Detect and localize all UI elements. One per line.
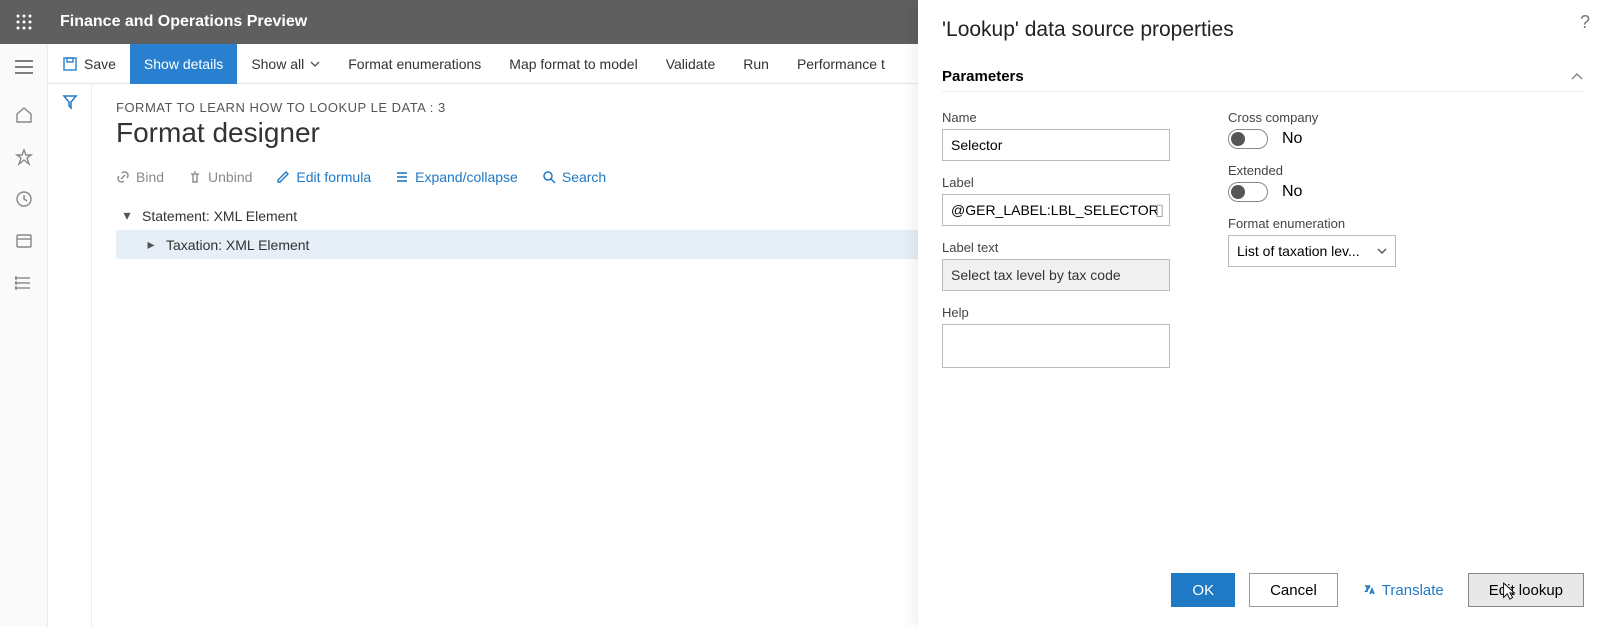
home-icon[interactable] bbox=[15, 106, 33, 124]
format-enum-group: Format enumeration List of taxation lev.… bbox=[1228, 216, 1396, 267]
help-field-group: Help bbox=[942, 305, 1170, 368]
help-input[interactable] bbox=[942, 324, 1170, 368]
label-input[interactable] bbox=[942, 194, 1170, 226]
label-text-field-group: Label text bbox=[942, 240, 1170, 291]
caret-right-icon: ▸ bbox=[144, 236, 158, 253]
bind-action[interactable]: Bind bbox=[116, 169, 164, 185]
expand-collapse-label: Expand/collapse bbox=[415, 169, 518, 185]
pencil-icon bbox=[276, 170, 290, 184]
edit-lookup-button[interactable]: Edit lookup bbox=[1468, 573, 1584, 607]
left-nav-rail bbox=[0, 44, 48, 627]
filter-icon[interactable] bbox=[62, 94, 78, 627]
filter-column bbox=[48, 84, 92, 627]
label-text-label: Label text bbox=[942, 240, 1170, 255]
trash-icon bbox=[188, 170, 202, 184]
expand-collapse-action[interactable]: Expand/collapse bbox=[395, 169, 518, 185]
label-lookup-icon[interactable]: ▯ bbox=[1155, 200, 1164, 220]
modules-icon[interactable] bbox=[15, 274, 33, 292]
parameters-section-header[interactable]: Parameters bbox=[942, 68, 1584, 92]
save-label: Save bbox=[84, 56, 116, 72]
run-label: Run bbox=[743, 56, 769, 72]
hamburger-icon[interactable] bbox=[15, 60, 33, 74]
label-label: Label bbox=[942, 175, 1170, 190]
validate-button[interactable]: Validate bbox=[652, 44, 730, 84]
performance-button[interactable]: Performance t bbox=[783, 44, 899, 84]
extended-group: Extended No bbox=[1228, 163, 1396, 202]
app-launcher-icon[interactable] bbox=[0, 0, 48, 44]
parameters-right-column: Cross company No Extended No Format enum… bbox=[1228, 110, 1396, 368]
unbind-action[interactable]: Unbind bbox=[188, 169, 252, 185]
show-all-button[interactable]: Show all bbox=[237, 44, 334, 84]
translate-icon bbox=[1362, 583, 1376, 597]
show-details-button[interactable]: Show details bbox=[130, 44, 237, 84]
link-icon bbox=[116, 170, 130, 184]
cross-company-group: Cross company No bbox=[1228, 110, 1396, 149]
properties-dialog: ? 'Lookup' data source properties Parame… bbox=[918, 0, 1608, 627]
show-details-label: Show details bbox=[144, 56, 223, 72]
unbind-label: Unbind bbox=[208, 169, 252, 185]
extended-label: Extended bbox=[1228, 163, 1396, 178]
format-enumerations-button[interactable]: Format enumerations bbox=[334, 44, 495, 84]
cross-company-value: No bbox=[1282, 130, 1302, 148]
list-icon bbox=[395, 170, 409, 184]
performance-label: Performance t bbox=[797, 56, 885, 72]
format-enum-label: Format enumeration bbox=[1228, 216, 1396, 231]
caret-down-icon: ▾ bbox=[120, 207, 134, 224]
name-field-group: Name bbox=[942, 110, 1170, 161]
save-icon bbox=[62, 56, 78, 72]
search-label: Search bbox=[562, 169, 606, 185]
cross-company-label: Cross company bbox=[1228, 110, 1396, 125]
name-input[interactable] bbox=[942, 129, 1170, 161]
chevron-up-icon bbox=[1570, 72, 1584, 82]
cross-company-toggle[interactable] bbox=[1228, 129, 1268, 149]
workspace-icon[interactable] bbox=[15, 232, 33, 250]
dialog-title: 'Lookup' data source properties bbox=[942, 18, 1584, 42]
map-format-button[interactable]: Map format to model bbox=[495, 44, 651, 84]
format-enumerations-label: Format enumerations bbox=[348, 56, 481, 72]
translate-button[interactable]: Translate bbox=[1352, 573, 1454, 607]
section-title: Parameters bbox=[942, 68, 1024, 85]
tree-item-label: Taxation: XML Element bbox=[166, 237, 309, 253]
validate-label: Validate bbox=[666, 56, 716, 72]
chevron-down-icon bbox=[310, 61, 320, 67]
recent-icon[interactable] bbox=[15, 190, 33, 208]
search-action[interactable]: Search bbox=[542, 169, 606, 185]
tree-item-label: Statement: XML Element bbox=[142, 208, 297, 224]
bind-label: Bind bbox=[136, 169, 164, 185]
run-button[interactable]: Run bbox=[729, 44, 783, 84]
show-all-label: Show all bbox=[251, 56, 304, 72]
chevron-down-icon bbox=[1377, 248, 1387, 254]
search-icon bbox=[542, 170, 556, 184]
favorite-icon[interactable] bbox=[15, 148, 33, 166]
save-button[interactable]: Save bbox=[48, 44, 130, 84]
extended-toggle[interactable] bbox=[1228, 182, 1268, 202]
ok-button[interactable]: OK bbox=[1171, 573, 1235, 607]
help-label: Help bbox=[942, 305, 1170, 320]
dialog-footer: OK Cancel Translate Edit lookup bbox=[942, 555, 1584, 627]
edit-formula-action[interactable]: Edit formula bbox=[276, 169, 371, 185]
translate-label: Translate bbox=[1382, 582, 1444, 599]
name-label: Name bbox=[942, 110, 1170, 125]
format-enum-select[interactable]: List of taxation lev... bbox=[1228, 235, 1396, 267]
map-format-label: Map format to model bbox=[509, 56, 637, 72]
parameters-body: Name Label ▯ Label text Help Cross bbox=[942, 110, 1584, 368]
edit-formula-label: Edit formula bbox=[296, 169, 371, 185]
cancel-button[interactable]: Cancel bbox=[1249, 573, 1338, 607]
parameters-left-column: Name Label ▯ Label text Help bbox=[942, 110, 1170, 368]
extended-value: No bbox=[1282, 183, 1302, 201]
format-enum-value: List of taxation lev... bbox=[1237, 243, 1360, 259]
help-icon[interactable]: ? bbox=[1580, 12, 1590, 33]
label-field-group: Label ▯ bbox=[942, 175, 1170, 226]
app-title: Finance and Operations Preview bbox=[48, 13, 307, 31]
label-text-input bbox=[942, 259, 1170, 291]
